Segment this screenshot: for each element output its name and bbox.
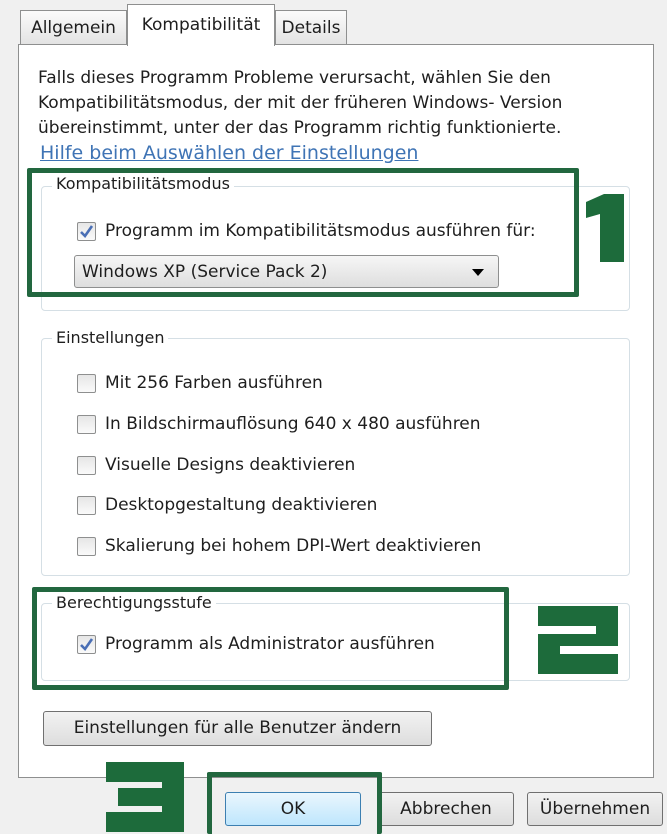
option-256-colors-checkbox[interactable] [77, 374, 96, 393]
change-all-users-button[interactable]: Einstellungen für alle Benutzer ändern [43, 711, 432, 746]
cancel-button[interactable]: Abbrechen [378, 792, 514, 826]
option-dpi-scaling-label: Skalierung bei hohem DPI-Wert deaktivier… [105, 536, 482, 556]
intro-text: Falls dieses Programm Probleme verursach… [38, 68, 563, 138]
chevron-down-icon [472, 269, 484, 276]
privilege-title: Berechtigungsstufe [52, 593, 216, 613]
checkmark-icon [80, 225, 94, 239]
compat-mode-checkbox-label: Programm im Kompatibilitätsmodus ausführ… [105, 221, 536, 241]
option-256-colors-label: Mit 256 Farben ausführen [105, 373, 323, 393]
run-as-admin-checkbox[interactable] [77, 635, 96, 654]
option-desktop-composition-label: Desktopgestaltung deaktivieren [105, 495, 378, 515]
settings-title: Einstellungen [52, 328, 169, 348]
os-version-value: Windows XP (Service Pack 2) [82, 262, 328, 282]
option-640x480-checkbox[interactable] [77, 415, 96, 434]
compat-mode-title: Kompatibilitätsmodus [52, 174, 234, 194]
apply-button[interactable]: Übernehmen [527, 792, 663, 826]
ok-button[interactable]: OK [225, 792, 361, 826]
option-640x480-label: In Bildschirmauflösung 640 x 480 ausführ… [105, 414, 481, 434]
tab-kompatibilitaet[interactable]: Kompatibilität [127, 4, 275, 46]
option-visual-designs-checkbox[interactable] [77, 456, 96, 475]
checkmark-icon [80, 638, 94, 652]
tab-details[interactable]: Details [275, 10, 347, 44]
help-link[interactable]: Hilfe beim Auswählen der Einstellungen [40, 142, 418, 164]
marker-number-2 [538, 606, 618, 674]
option-desktop-composition-checkbox[interactable] [77, 496, 96, 515]
os-version-select[interactable]: Windows XP (Service Pack 2) [74, 255, 499, 288]
marker-number-1 [586, 194, 624, 262]
tab-allgemein[interactable]: Allgemein [20, 10, 127, 44]
marker-number-3 [106, 762, 184, 832]
compat-mode-checkbox[interactable] [77, 222, 96, 241]
compat-mode-group [41, 186, 630, 311]
option-visual-designs-label: Visuelle Designs deaktivieren [105, 455, 356, 475]
option-dpi-scaling-checkbox[interactable] [77, 537, 96, 556]
run-as-admin-label: Programm als Administrator ausführen [105, 634, 435, 654]
